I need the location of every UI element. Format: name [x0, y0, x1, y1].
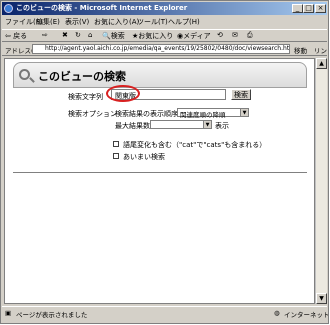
globe-icon: ◍: [274, 309, 280, 317]
options-label: 検索オプション: [68, 110, 117, 118]
menu-view[interactable]: 表示(V): [65, 17, 89, 27]
toolbar: ⇦ 戻る ⇨ ✖ ↻ ⌂ 🔍検索 ★お気に入り ◉メディア ⟲ ✉ ⎙: [2, 29, 327, 42]
refresh-icon[interactable]: ↻: [75, 31, 81, 39]
home-icon[interactable]: ⌂: [88, 31, 92, 39]
sort-select[interactable]: 関連度順の降順 ▼: [177, 108, 249, 119]
word-variants-label: 語尾変化も含む（"cat"で"cats"も含まれる）: [123, 141, 267, 149]
magnifier-icon: [19, 69, 30, 80]
forward-button[interactable]: ⇨: [42, 31, 48, 39]
scroll-down-icon[interactable]: ▼: [316, 293, 327, 304]
scroll-up-icon[interactable]: ▲: [316, 58, 327, 69]
mail-icon[interactable]: ✉: [232, 31, 238, 39]
page-icon: ▣: [5, 309, 12, 317]
fuzzy-search-label: あいまい検索: [123, 153, 165, 161]
browser-window: このビューの検索 - Microsoft Internet Explorer _…: [0, 0, 329, 324]
media-toolbar-button[interactable]: ◉メディア: [177, 31, 211, 41]
status-text: ページが表示されました: [16, 311, 88, 319]
fuzzy-search-checkbox[interactable]: [113, 153, 119, 159]
window-title: このビューの検索 - Microsoft Internet Explorer: [16, 4, 188, 12]
max-results-label: 最大結果数: [115, 122, 150, 130]
highlight-circle: [106, 85, 140, 102]
status-bar: ▣ ページが表示されました ◍ インターネット: [2, 306, 329, 320]
media-toolbar-label: メディア: [183, 32, 211, 40]
close-button[interactable]: ×: [315, 4, 326, 13]
chevron-down-icon: ▼: [203, 121, 211, 128]
page-header: このビューの検索: [13, 62, 307, 88]
search-label: 検索文字列: [68, 93, 103, 101]
address-bar: アドレス(D) http://agent.yaol.aichi.co.jp/em…: [2, 43, 327, 65]
ie-icon: [4, 4, 13, 13]
menu-help[interactable]: ヘルプ(H): [168, 17, 200, 27]
vertical-scrollbar[interactable]: ▲ ▼: [315, 58, 327, 304]
chevron-down-icon: ▼: [240, 109, 248, 116]
minimize-button[interactable]: _: [292, 4, 303, 13]
print-icon[interactable]: ⎙: [247, 31, 253, 40]
sort-label: 検索結果の表示順序: [115, 110, 178, 118]
menu-edit[interactable]: 編集(E): [36, 17, 60, 27]
menu-tools[interactable]: ツール(T): [137, 17, 168, 27]
menu-favorites[interactable]: お気に入り(A): [94, 17, 139, 27]
show-label: 表示: [215, 122, 229, 130]
page-content: このビューの検索 検索文字列 関東版 検索 検索オプション 検索結果の表示順序 …: [4, 58, 315, 304]
search-button[interactable]: 検索: [231, 89, 251, 100]
address-url: http://agent.yaol.aichi.co.jp/emedia/qa_…: [45, 45, 289, 52]
divider: [13, 172, 307, 173]
address-field[interactable]: http://agent.yaol.aichi.co.jp/emedia/qa_…: [32, 44, 290, 54]
favorites-toolbar-button[interactable]: ★お気に入り: [132, 31, 173, 41]
title-bar: このビューの検索 - Microsoft Internet Explorer _…: [2, 2, 327, 15]
menu-bar: ファイル(F) 編集(E) 表示(V) お気に入り(A) ツール(T) ヘルプ(…: [2, 16, 327, 28]
page-title: このビューの検索: [38, 70, 126, 83]
back-label: 戻る: [13, 32, 28, 40]
go-button[interactable]: 移動: [294, 45, 307, 55]
history-icon[interactable]: ⟲: [217, 31, 223, 39]
sort-select-value: 関連度順の降順: [180, 111, 226, 119]
search-toolbar-label: 検索: [110, 32, 125, 40]
back-button[interactable]: ⇦ 戻る: [5, 31, 27, 41]
zone-text: インターネット: [284, 311, 329, 319]
favorites-toolbar-label: お気に入り: [138, 32, 174, 40]
stop-icon[interactable]: ✖: [62, 31, 68, 39]
max-results-select[interactable]: ▼: [150, 120, 212, 129]
maximize-button[interactable]: □: [303, 4, 314, 13]
word-variants-checkbox[interactable]: [113, 141, 119, 147]
search-toolbar-button[interactable]: 🔍検索: [102, 31, 125, 41]
